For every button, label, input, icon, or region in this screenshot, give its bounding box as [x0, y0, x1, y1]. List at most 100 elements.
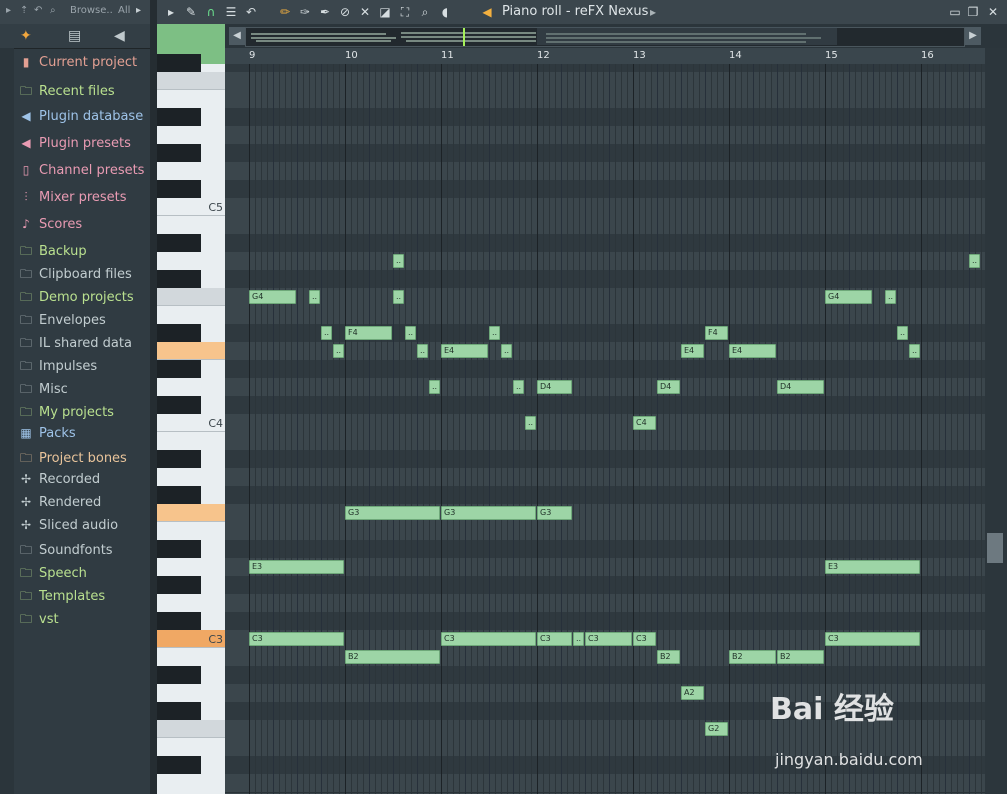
black-key[interactable]	[157, 702, 201, 720]
note[interactable]: ..	[393, 254, 404, 268]
browser-item[interactable]: 🗀 Speech	[18, 564, 87, 584]
panel-splitter[interactable]	[150, 0, 157, 794]
file-icon[interactable]: ▤	[68, 28, 81, 44]
vertical-scrollbar[interactable]	[985, 48, 1007, 794]
note[interactable]: ..	[573, 632, 584, 646]
close-icon[interactable]: ✕	[985, 4, 1001, 20]
white-key[interactable]	[157, 72, 225, 90]
minimize-icon[interactable]: ▭	[947, 4, 963, 20]
note[interactable]: G4	[249, 290, 296, 304]
scroll-left-button[interactable]: ◀	[229, 27, 245, 45]
note[interactable]: D4	[537, 380, 572, 394]
note[interactable]: ..	[897, 326, 908, 340]
pencil-icon[interactable]: ✏	[277, 4, 293, 20]
note[interactable]: E4	[441, 344, 488, 358]
mute-icon[interactable]: ✕	[357, 4, 373, 20]
browser-item[interactable]: 🗀 Backup	[18, 242, 87, 262]
note[interactable]: F4	[345, 326, 392, 340]
note[interactable]: ..	[513, 380, 524, 394]
browser-item[interactable]: ◀ Plugin database	[18, 109, 143, 129]
note[interactable]: F4	[705, 326, 728, 340]
browser-item[interactable]: 🗀 Demo projects	[18, 288, 134, 308]
undo-icon[interactable]: ↶	[243, 4, 259, 20]
note[interactable]: E4	[729, 344, 776, 358]
note[interactable]: C4	[633, 416, 656, 430]
browser-item[interactable]: ▮ Current project	[18, 55, 137, 75]
note[interactable]: C3	[441, 632, 536, 646]
browser-item[interactable]: 🗀 Envelopes	[18, 311, 106, 331]
browser-item[interactable]: ✢ Rendered	[18, 495, 101, 515]
delete-icon[interactable]: ⊘	[337, 4, 353, 20]
browser-filter-label[interactable]: All	[118, 5, 130, 16]
restore-icon[interactable]: ❐	[965, 4, 981, 20]
black-key[interactable]	[157, 666, 201, 684]
browser-item[interactable]: ♪ Scores	[18, 217, 82, 237]
piano-keyboard[interactable]: C5 C4 C3	[157, 54, 225, 794]
note[interactable]: C3	[585, 632, 632, 646]
note[interactable]: G2	[705, 722, 728, 736]
note[interactable]: ..	[525, 416, 536, 430]
black-key[interactable]	[157, 576, 201, 594]
browser-item[interactable]: 🗀 Templates	[18, 587, 105, 607]
note[interactable]: B2	[729, 650, 776, 664]
brush-icon[interactable]: ✑	[297, 4, 313, 20]
vertical-scroll-thumb[interactable]	[987, 533, 1003, 563]
play-icon[interactable]: ▸	[163, 4, 179, 20]
note[interactable]: B2	[657, 650, 680, 664]
speaker-icon[interactable]: ◀	[479, 4, 495, 20]
slice-icon[interactable]: ◪	[377, 4, 393, 20]
title-menu-arrow-icon[interactable]: ▸	[645, 4, 661, 20]
zoom-icon[interactable]: ⌕	[417, 4, 433, 20]
note[interactable]: G3	[537, 506, 572, 520]
note[interactable]: C3	[825, 632, 920, 646]
paint-icon[interactable]: ✒	[317, 4, 333, 20]
note[interactable]: E4	[681, 344, 704, 358]
note[interactable]: ..	[885, 290, 896, 304]
browser-item[interactable]: 🗀 Recent files	[18, 82, 115, 102]
note[interactable]: G3	[345, 506, 440, 520]
note[interactable]: ..	[405, 326, 416, 340]
overview-viewport[interactable]	[537, 27, 837, 45]
menu-arrow-icon[interactable]: ▸	[136, 5, 141, 16]
select-icon[interactable]: ⛶	[397, 4, 413, 20]
note[interactable]: A2	[681, 686, 704, 700]
play-icon[interactable]: ▸	[6, 5, 11, 16]
browser-item[interactable]: 🗀 My projects	[18, 403, 114, 423]
black-key[interactable]	[157, 360, 201, 378]
browser-search-label[interactable]: Browse..	[70, 5, 113, 16]
black-key[interactable]	[157, 486, 201, 504]
browser-item[interactable]: ▦ Packs	[18, 426, 75, 446]
browser-item[interactable]: 🗀 Project bones	[18, 449, 127, 469]
note[interactable]: ..	[417, 344, 428, 358]
note[interactable]: ..	[333, 344, 344, 358]
browser-item[interactable]: 🗀 Impulses	[18, 357, 97, 377]
browser-item[interactable]: ✢ Sliced audio	[18, 518, 118, 538]
white-key[interactable]	[157, 288, 225, 306]
note[interactable]: E3	[825, 560, 920, 574]
wrench-icon[interactable]: ✎	[183, 4, 199, 20]
black-key[interactable]	[157, 540, 201, 558]
black-key[interactable]	[157, 108, 201, 126]
note[interactable]: ..	[489, 326, 500, 340]
browser-item[interactable]: 🗀 IL shared data	[18, 334, 132, 354]
scroll-right-button[interactable]: ▶	[965, 27, 981, 45]
note[interactable]: G4	[825, 290, 872, 304]
browser-item[interactable]: ✢ Recorded	[18, 472, 100, 492]
browser-item[interactable]: 🗀 Soundfonts	[18, 541, 113, 561]
black-key[interactable]	[157, 324, 201, 342]
note[interactable]: D4	[657, 380, 680, 394]
menu-icon[interactable]: ☰	[223, 4, 239, 20]
black-key[interactable]	[157, 612, 201, 630]
browser-item[interactable]: 🗀 Clipboard files	[18, 265, 132, 285]
note[interactable]: ..	[309, 290, 320, 304]
black-key[interactable]	[157, 54, 201, 72]
waveform-icon[interactable]: ✦	[20, 28, 32, 44]
black-key[interactable]	[157, 450, 201, 468]
note[interactable]: ..	[909, 344, 920, 358]
black-key[interactable]	[157, 396, 201, 414]
note[interactable]: ..	[321, 326, 332, 340]
browser-item[interactable]: ▯ Channel presets	[18, 163, 145, 183]
note[interactable]: C3	[633, 632, 656, 646]
note[interactable]: D4	[777, 380, 824, 394]
highlighted-key[interactable]	[157, 504, 225, 522]
